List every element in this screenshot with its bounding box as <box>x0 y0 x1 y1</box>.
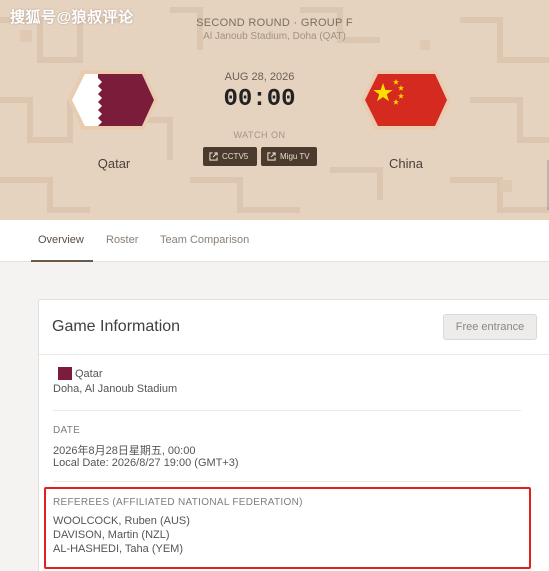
venue: Doha, Al Janoub Stadium <box>53 383 178 395</box>
date-value: 2026年8月28日星期五, 00:00 <box>53 445 196 457</box>
tab-overview[interactable]: Overview <box>38 234 84 246</box>
stadium-label: Al Janoub Stadium, Doha (QAT) <box>203 31 346 42</box>
china-flag-icon <box>361 70 451 130</box>
external-link-icon <box>209 152 218 161</box>
match-page: 搜狐号@狼叔评论 SECOND ROUND · GROUP F Al Janou… <box>0 0 549 571</box>
tab-bar: Overview Roster Team Comparison <box>0 220 549 262</box>
watch-on-label: WATCH ON <box>233 130 286 140</box>
away-team-name[interactable]: China <box>356 156 456 171</box>
home-team-name[interactable]: Qatar <box>64 156 164 171</box>
external-link-icon <box>267 152 276 161</box>
card-title: Game Information <box>52 318 181 335</box>
divider <box>53 481 521 482</box>
round-label: SECOND ROUND · GROUP F <box>196 17 353 29</box>
local-date: Local Date: 2026/8/27 19:00 (GMT+3) <box>53 457 239 469</box>
host-country-name: Qatar <box>75 367 103 380</box>
date-label: DATE <box>53 425 81 436</box>
free-entrance-button[interactable]: Free entrance <box>443 314 537 340</box>
tab-team-comparison[interactable]: Team Comparison <box>160 234 249 246</box>
divider <box>39 354 549 355</box>
migu-tv-button[interactable]: Migu TV <box>261 147 317 166</box>
qatar-flag-icon <box>58 367 72 380</box>
referees-highlight-box <box>44 487 531 569</box>
match-header: 搜狐号@狼叔评论 SECOND ROUND · GROUP F Al Janou… <box>0 0 549 220</box>
cctv5-button[interactable]: CCTV5 <box>203 147 257 166</box>
tab-roster[interactable]: Roster <box>106 234 138 246</box>
host-country: Qatar <box>58 367 103 380</box>
cctv5-label: CCTV5 <box>222 152 249 161</box>
divider <box>53 410 521 411</box>
migu-tv-label: Migu TV <box>280 152 310 161</box>
active-tab-indicator <box>31 260 93 262</box>
